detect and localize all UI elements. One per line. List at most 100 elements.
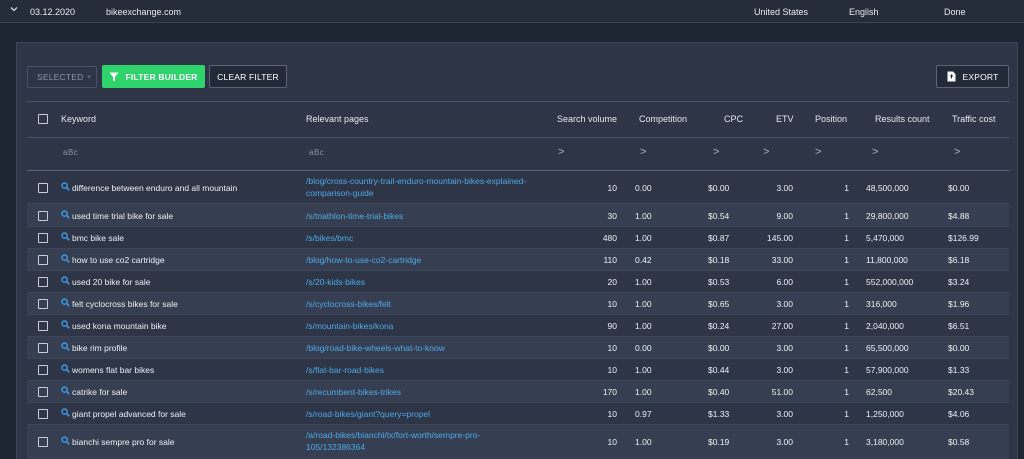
table-row[interactable]: bike rim profile/blog/road-bike-wheels-w…: [27, 337, 1009, 359]
column-header-competition[interactable]: Competition: [639, 114, 687, 124]
results-filter-operator[interactable]: >: [872, 146, 878, 158]
selected-dropdown[interactable]: SELECTED ▾: [27, 66, 97, 88]
summary-domain: bikeexchange.com: [106, 7, 182, 17]
row-checkbox[interactable]: [38, 299, 48, 309]
keyword-filter-operator[interactable]: aBc: [63, 148, 78, 157]
table-row[interactable]: catrike for sale/s/recumbent-bikes-trike…: [27, 381, 1009, 403]
row-checkbox[interactable]: [38, 387, 48, 397]
filter-builder-button[interactable]: FILTER BUILDER: [102, 65, 205, 88]
search-icon[interactable]: [61, 232, 70, 243]
table-row[interactable]: how to use co2 cartridge/blog/how-to-use…: [27, 249, 1009, 271]
relevant-page-link[interactable]: /s/road-bikes/giant?query=propel: [306, 408, 536, 420]
relevant-page-link[interactable]: /s/recumbent-bikes-trikes: [306, 386, 536, 398]
relevant-page-link[interactable]: /blog/road-bike-wheels-what-to-know: [306, 342, 536, 354]
column-header-relevant-pages[interactable]: Relevant pages: [306, 114, 369, 124]
relevant-page-link[interactable]: /blog/how-to-use-co2-cartridge: [306, 254, 536, 266]
relevant-page-link[interactable]: /s/triathlon-time-trial-bikes: [306, 210, 536, 222]
relevant-page-link[interactable]: /s/cyclocross-bikes/felt: [306, 298, 536, 310]
table-row[interactable]: bmc bike sale/s/bikes/bmc 480 1.00 $0.87 145…: [27, 227, 1009, 249]
chevron-down-icon: ▾: [87, 74, 91, 81]
search-icon[interactable]: [61, 408, 70, 419]
column-header-search-volume[interactable]: Search volume: [557, 114, 617, 124]
cost-cell: $20.43: [948, 387, 974, 397]
column-header-cpc[interactable]: CPC: [724, 114, 743, 124]
cost-cell: $0.00: [948, 183, 970, 193]
relevant-page-link[interactable]: /a/road-bikes/bianchi/tx/fort-worth/semp…: [306, 429, 536, 453]
table-row[interactable]: used 20 bike for sale/s/20-kids-bikes 20 1…: [27, 271, 1009, 293]
summary-date: 03.12.2020: [30, 7, 76, 17]
search-icon[interactable]: [61, 364, 70, 375]
cost-cell: $126.99: [948, 233, 979, 243]
row-checkbox[interactable]: [38, 183, 48, 193]
column-header-traffic-cost[interactable]: Traffic cost: [952, 114, 996, 124]
column-header-etv[interactable]: ETV: [776, 114, 794, 124]
table-row[interactable]: womens flat bar bikes/s/flat-bar-road-bi…: [27, 359, 1009, 381]
competition-cell: 1.00: [635, 387, 652, 397]
search-icon[interactable]: [61, 210, 70, 221]
header-divider: [27, 137, 1009, 138]
position-cell: 1: [844, 437, 849, 447]
etv-cell: 3.00: [776, 299, 793, 309]
volume-cell: 90: [607, 321, 617, 331]
row-checkbox[interactable]: [38, 343, 48, 353]
search-icon[interactable]: [61, 182, 70, 193]
row-checkbox[interactable]: [38, 211, 48, 221]
search-icon[interactable]: [61, 298, 70, 309]
volume-filter-operator[interactable]: >: [558, 146, 564, 158]
row-checkbox[interactable]: [38, 255, 48, 265]
search-icon[interactable]: [61, 254, 70, 265]
select-all-checkbox[interactable]: [38, 114, 48, 124]
relevant-page-link[interactable]: /s/20-kids-bikes: [306, 276, 536, 288]
export-button[interactable]: EXPORT: [936, 65, 1009, 88]
table-row[interactable]: used time trial bike for sale/s/triathlo…: [27, 204, 1009, 227]
competition-filter-operator[interactable]: >: [640, 146, 646, 158]
competition-cell: 0.42: [635, 255, 652, 265]
table-row[interactable]: used kona mountain bike/s/mountain-bikes…: [27, 315, 1009, 337]
search-icon[interactable]: [61, 320, 70, 331]
column-header-keyword[interactable]: Keyword: [61, 114, 96, 124]
cpc-filter-operator[interactable]: >: [713, 146, 719, 158]
row-checkbox[interactable]: [38, 437, 48, 447]
search-icon[interactable]: [61, 386, 70, 397]
row-checkbox[interactable]: [38, 409, 48, 419]
etv-cell: 33.00: [771, 255, 793, 265]
position-filter-operator[interactable]: >: [815, 146, 821, 158]
summary-country: United States: [754, 7, 809, 17]
keyword-cell: catrike for sale: [72, 387, 128, 397]
search-icon[interactable]: [61, 276, 70, 287]
column-header-position[interactable]: Position: [815, 114, 847, 124]
summary-status: Done: [944, 7, 966, 17]
position-cell: 1: [844, 321, 849, 331]
keyword-cell: bmc bike sale: [72, 233, 124, 243]
table-row[interactable]: felt cyclocross bikes for sale/s/cyclocr…: [27, 293, 1009, 315]
competition-cell: 1.00: [635, 211, 652, 221]
row-checkbox[interactable]: [38, 365, 48, 375]
search-icon[interactable]: [61, 436, 70, 447]
competition-cell: 1.00: [635, 321, 652, 331]
search-icon[interactable]: [61, 342, 70, 353]
table-row[interactable]: difference between enduro and all mounta…: [27, 171, 1009, 204]
project-summary-row[interactable]: 03.12.2020 bikeexchange.com United State…: [0, 0, 1024, 23]
relevant-page-link[interactable]: /s/flat-bar-road-bikes: [306, 364, 536, 376]
position-cell: 1: [844, 387, 849, 397]
clear-filter-button[interactable]: CLEAR FILTER: [209, 65, 287, 88]
row-checkbox[interactable]: [38, 233, 48, 243]
volume-cell: 10: [607, 343, 617, 353]
row-checkbox[interactable]: [38, 321, 48, 331]
table-row[interactable]: bianchi sempre pro for sale/a/road-bikes…: [27, 425, 1009, 458]
row-checkbox[interactable]: [38, 277, 48, 287]
competition-cell: 0.00: [635, 343, 652, 353]
table-row[interactable]: giant propel advanced for sale/s/road-bi…: [27, 403, 1009, 425]
pages-filter-operator[interactable]: aBc: [309, 148, 324, 157]
cost-cell: $3.24: [948, 277, 970, 287]
relevant-page-link[interactable]: /s/bikes/bmc: [306, 232, 536, 244]
relevant-page-link[interactable]: /s/mountain-bikes/kona: [306, 320, 536, 332]
chevron-down-icon[interactable]: [10, 5, 18, 15]
cpc-cell: $0.65: [708, 299, 730, 309]
cost-filter-operator[interactable]: >: [954, 146, 960, 158]
cost-cell: $1.33: [948, 365, 970, 375]
etv-filter-operator[interactable]: >: [763, 146, 769, 158]
position-cell: 1: [844, 365, 849, 375]
relevant-page-link[interactable]: /blog/cross-country-trail-enduro-mountai…: [306, 175, 536, 199]
column-header-results-count[interactable]: Results count: [875, 114, 930, 124]
